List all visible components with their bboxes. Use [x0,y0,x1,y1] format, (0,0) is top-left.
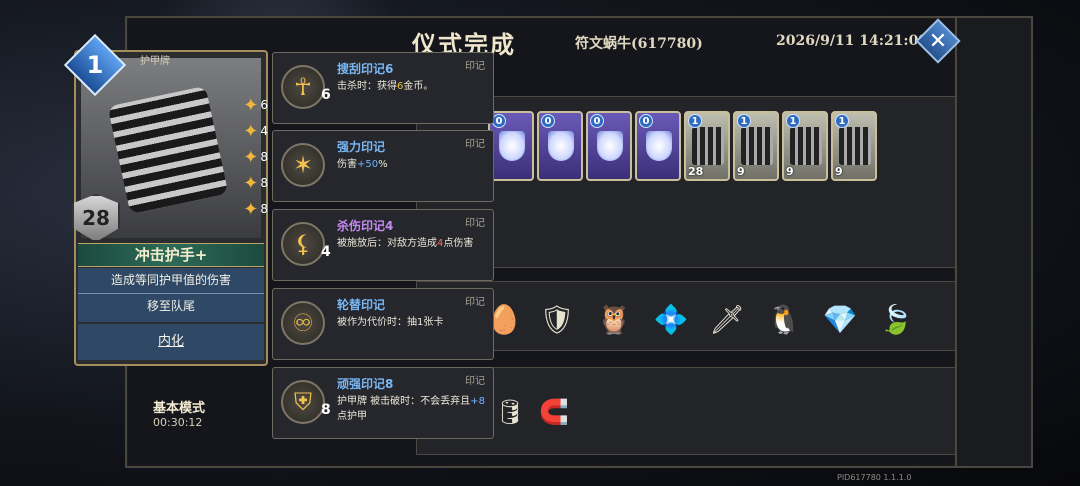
mark-stack[interactable]: ✦ 8 [230,196,268,222]
cost-badge: 1 [835,114,849,128]
relic-icon[interactable]: 🗡 [707,299,747,339]
build-id: PID617780 1.1.1.0 [837,473,912,482]
mark-description: 被施放后：对敌方造成4点伤害 [337,238,474,249]
deck-card[interactable]: 0 [537,111,583,181]
mark-tag: 印记 [465,297,485,308]
game-mode: 基本模式 [153,401,206,416]
cost-badge: 0 [541,114,555,128]
relic-icon[interactable]: 💎 [820,299,860,339]
mark-stack[interactable]: ✦ 8 [230,170,268,196]
relic-icon[interactable]: 🍃 [876,299,916,339]
relic-icon[interactable]: 🛡 [537,299,577,339]
card-name: 冲击护手+ [78,243,264,267]
mark-tooltip: ⚸ 4 印记 杀伤印记4 被施放后：对敌方造成4点伤害 [272,209,494,281]
side-strip [957,16,1033,468]
card-effect-line: 造成等同护甲值的伤害 [110,273,231,287]
mark-icon: ✦ [243,198,259,220]
gauntlet-icon [741,127,773,165]
mark-icon: ✦ [243,146,259,168]
player-name: 符文蜗牛(617780) [575,36,703,52]
armor-value: 9 [786,165,794,178]
mark-tag: 印记 [465,61,485,72]
mark-stack[interactable]: ✦ 6 [230,92,268,118]
relic-icon[interactable]: 🦉 [594,299,634,339]
cost-badge: 0 [639,114,653,128]
mark-tag: 印记 [465,139,485,150]
mark-stack[interactable]: ✦ 8 [230,144,268,170]
mark-description: 伤害+50% [337,159,388,170]
relic-icon[interactable]: 💠 [651,299,691,339]
mark-name: 杀伤印记4 [337,219,394,233]
item-icon[interactable]: 🛢 [490,392,530,432]
mark-level: 4 [321,244,331,260]
mark-description: 被作为代价时：抽1张卡 [337,317,444,328]
mark-level: 8 [321,402,331,418]
mark-tooltip: ✶ 印记 强力印记伤害+50% [272,130,494,202]
mark-icon: ☥ [281,65,325,109]
mark-tooltip: ♾ 印记 轮替印记被作为代价时：抽1张卡 [272,288,494,360]
mark-description: 护甲牌 被击破时：不会丢弃且+8点护甲 [337,396,485,422]
keyword-link[interactable]: 内化 [78,324,264,360]
mark-stack-column: ✦ 6 ✦ 4 ✦ 8 ✦ 8 ✦ 8 [230,92,268,222]
deck-card[interactable]: 19 [831,111,877,181]
armor-value: 9 [835,165,843,178]
mark-tooltip: ☥ 6 印记 搜刮印记6 击杀时：获得6金币。 [272,52,494,124]
gauntlet-icon [839,127,871,165]
deck-card[interactable]: 19 [782,111,828,181]
cost-badge: 0 [590,114,604,128]
card-type-label: 护甲牌 [140,56,170,67]
shield-icon [597,131,623,161]
relic-icon[interactable]: 🐧 [764,299,804,339]
mark-name: 强力印记 [337,140,386,154]
shield-icon [646,131,672,161]
deck-card[interactable]: 0 [586,111,632,181]
cost-badge: 1 [786,114,800,128]
armor-value: 9 [737,165,745,178]
cost-badge: 0 [492,114,506,128]
mark-icon: ✦ [243,120,259,142]
mark-name: 顽强印记8 [337,377,394,391]
elapsed-timer: 00:30:12 [153,416,203,429]
timestamp: 2026/9/11 14:21:09 [776,33,929,49]
mark-tooltip: ⛨ 8 印记 顽强印记8 护甲牌 被击破时：不会丢弃且+8点护甲 [272,367,494,439]
mark-description: 击杀时：获得6金币。 [337,81,434,92]
mark-stack[interactable]: ✦ 4 [230,118,268,144]
mark-level: 6 [321,87,331,103]
mark-name: 搜刮印记6 [337,62,394,76]
cost-badge: 1 [737,114,751,128]
gauntlet-icon [790,127,822,165]
gauntlet-icon [692,127,724,165]
close-icon: ✕ [928,28,948,54]
armor-value: 28 [688,165,704,178]
mark-icon: ♾ [281,301,325,345]
mark-icon: ⛨ [281,380,325,424]
shield-icon [499,131,525,161]
mark-icon: ⚸ [281,222,325,266]
card-cost: 1 [86,51,104,79]
mark-tag: 印记 [465,376,485,387]
mark-name: 轮替印记 [337,298,386,312]
shield-icon [548,131,574,161]
mark-icon: ✦ [243,94,259,116]
cost-badge: 1 [688,114,702,128]
mark-icon: ✦ [243,172,259,194]
deck-card[interactable]: 0 [488,111,534,181]
card-description: 造成等同护甲值的伤害 移至队尾 [78,268,264,322]
item-icon[interactable]: 🧲 [534,392,574,432]
deck-card[interactable]: 19 [733,111,779,181]
mark-tag: 印记 [465,218,485,229]
card-effect-line: 移至队尾 [146,299,195,313]
deck-card[interactable]: 1 28 [684,111,730,181]
mark-icon: ✶ [281,143,325,187]
deck-card[interactable]: 0 [635,111,681,181]
